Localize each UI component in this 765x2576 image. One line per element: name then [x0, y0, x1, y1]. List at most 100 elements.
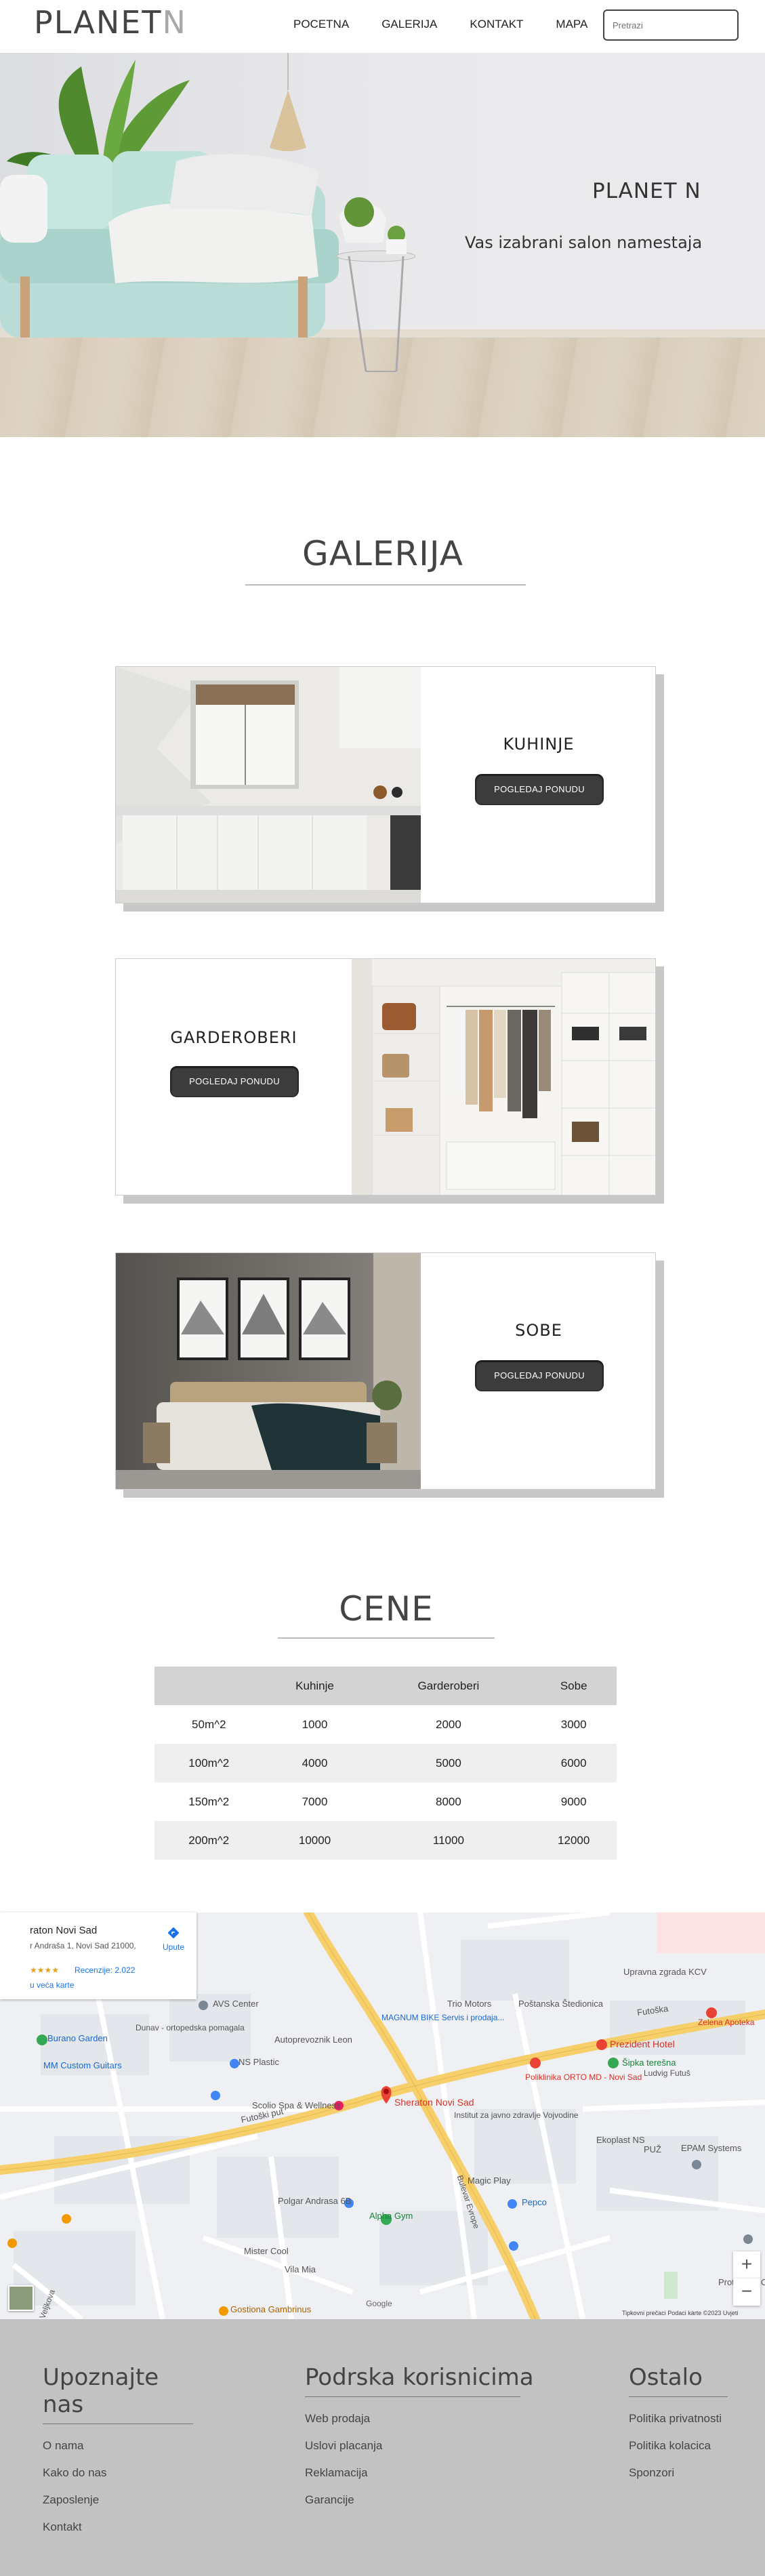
map-label-magnum[interactable]: MAGNUM BIKE Servis i prodaja...: [381, 2013, 504, 2022]
price-header-cell: Sobe: [560, 1679, 587, 1692]
nav-kontakt[interactable]: KONTAKT: [470, 18, 523, 31]
satellite-layer-icon[interactable]: [8, 2285, 34, 2311]
map-label-trio[interactable]: Trio Motors: [447, 1999, 491, 2009]
place-address: r Andraša 1, Novi Sad 21000,: [30, 1941, 136, 1950]
gallery-card-sobe: SOBE POGLEDAJ PONUDU: [115, 1252, 656, 1490]
table-cell: 1000: [302, 1717, 328, 1731]
footer-link-kako-do-nas[interactable]: Kako do nas: [43, 2466, 205, 2480]
price-header-cell: Garderoberi: [417, 1679, 480, 1692]
footer-column-other: Ostalo Politika privatnosti Politika kol…: [629, 2364, 758, 2493]
map-label-ns-plastic[interactable]: NS Plastic: [239, 2057, 279, 2067]
table-row: 50m^2 1000 2000 3000: [154, 1705, 617, 1744]
footer-heading-underline: [305, 2396, 520, 2397]
view-offer-button-sobe[interactable]: POGLEDAJ PONUDU: [475, 1360, 604, 1391]
footer-link-kolacici[interactable]: Politika kolacica: [629, 2439, 758, 2453]
map-label-ludvig: Ludvig Futuš: [644, 2068, 690, 2078]
nav-pocetna[interactable]: POCETNA: [293, 18, 349, 31]
kitchen-image: [116, 667, 421, 903]
gallery-title: GALERIJA: [302, 534, 463, 573]
card-label-sobe: SOBE: [515, 1321, 562, 1340]
wardrobe-image: [352, 959, 655, 1195]
site-footer: Upoznajte nas O nama Kako do nas Zaposle…: [0, 2319, 765, 2576]
map-label-ekoplast[interactable]: Ekoplast NS: [596, 2135, 645, 2145]
lamp-icon: [270, 90, 306, 151]
place-info-card: raton Novi Sad r Andraša 1, Novi Sad 210…: [0, 1913, 197, 1999]
table-cell: 5000: [436, 1756, 461, 1770]
directions-icon[interactable]: [168, 1927, 179, 1938]
footer-link-o-nama[interactable]: O nama: [43, 2439, 205, 2453]
map-label-gostiona[interactable]: Gostiona Gambrinus: [230, 2304, 311, 2314]
site-header: PLANETN POCETNA GALERIJA KONTAKT MAPA: [0, 0, 765, 53]
map-label-mm[interactable]: MM Custom Guitars: [43, 2060, 122, 2070]
main-nav: POCETNA GALERIJA KONTAKT MAPA: [293, 18, 620, 31]
table-cell: 7000: [302, 1795, 328, 1808]
card-label-kuhinje: KUHINJE: [503, 735, 575, 754]
footer-link-reklamacija[interactable]: Reklamacija: [305, 2466, 535, 2480]
map-label-zelena[interactable]: Zelena Apoteka: [698, 2018, 754, 2027]
rating-stars: ★★★★: [30, 1965, 60, 1975]
search-input[interactable]: [603, 9, 739, 41]
table-cell: 200m^2: [188, 1833, 230, 1847]
map-label-prezident[interactable]: Prezident Hotel: [610, 2039, 675, 2049]
directions-link[interactable]: Upute: [163, 1942, 184, 1952]
table-cell: 3000: [560, 1717, 587, 1731]
map-label-postanska[interactable]: Poštanska Štedionica: [518, 1999, 603, 2009]
table-row: 100m^2 4000 5000 6000: [154, 1744, 617, 1782]
footer-link-privatnost[interactable]: Politika privatnosti: [629, 2412, 758, 2426]
map-label-mister[interactable]: Mister Cool: [244, 2246, 289, 2256]
map-label-pepco[interactable]: Pepco: [522, 2197, 547, 2207]
map-label-avs[interactable]: AVS Center: [213, 1999, 259, 2009]
map-label-vila[interactable]: Vila Mia: [285, 2264, 316, 2274]
view-offer-button-garderoberi[interactable]: POGLEDAJ PONUDU: [170, 1066, 299, 1097]
table-cell: 100m^2: [188, 1756, 230, 1770]
map-label-epam[interactable]: EPAM Systems: [681, 2143, 741, 2153]
view-offer-button-kuhinje[interactable]: POGLEDAJ PONUDU: [475, 774, 604, 805]
map-label-alpha[interactable]: Alpha Gym: [369, 2211, 413, 2221]
logo[interactable]: PLANETN: [34, 4, 187, 41]
hero-subtitle: Vas izabrani salon namestaja: [465, 233, 703, 252]
place-title: raton Novi Sad: [30, 1925, 98, 1936]
bedroom-image: [116, 1253, 421, 1489]
table-cell: 4000: [302, 1756, 328, 1770]
map-label-sipka[interactable]: Šipka terešna: [622, 2058, 676, 2068]
footer-link-uslovi-placanja[interactable]: Uslovi placanja: [305, 2439, 535, 2453]
footer-link-zaposlenje[interactable]: Zaposlenje: [43, 2493, 205, 2507]
map-label-upravna[interactable]: Upravna zgrada KCV: [623, 1967, 707, 1977]
map-label-scolio[interactable]: Scolio Spa & Wellness: [252, 2100, 341, 2110]
table-cell: 6000: [560, 1756, 587, 1770]
table-row: 200m^2 10000 11000 12000: [154, 1821, 617, 1860]
hero-title: PLANET N: [592, 179, 701, 203]
sofa-icon: [0, 151, 339, 338]
map-label-magic[interactable]: Magic Play: [468, 2175, 511, 2186]
prices-title-underline: [278, 1637, 495, 1639]
price-table: Kuhinje Garderoberi Sobe 50m^2 1000 2000…: [154, 1667, 617, 1860]
table-cell: 2000: [436, 1717, 461, 1731]
prices-title: CENE: [339, 1589, 434, 1629]
table-cell: 8000: [436, 1795, 461, 1808]
nav-mapa[interactable]: MAPA: [556, 18, 587, 31]
gallery-card-kuhinje: KUHINJE POGLEDAJ PONUDU: [115, 666, 656, 903]
footer-link-sponzori[interactable]: Sponzori: [629, 2466, 758, 2480]
map-label-polgar[interactable]: Polgar Andrasa 6B: [278, 2196, 351, 2206]
footer-heading: Upoznajte nas: [43, 2364, 159, 2418]
map-label-burano[interactable]: Burano Garden: [47, 2033, 108, 2043]
footer-heading: Ostalo: [629, 2364, 703, 2391]
table-row: 150m^2 7000 8000 9000: [154, 1782, 617, 1821]
zoom-in-button[interactable]: +: [733, 2251, 760, 2278]
footer-link-garancije[interactable]: Garancije: [305, 2493, 535, 2507]
footer-link-kontakt[interactable]: Kontakt: [43, 2520, 205, 2534]
reviews-link[interactable]: Recenzije: 2.022: [75, 1965, 135, 1975]
map-label-autoprevoz[interactable]: Autoprevoznik Leon: [274, 2035, 352, 2045]
zoom-out-button[interactable]: −: [733, 2278, 760, 2306]
map-label-poliklinika[interactable]: Poliklinika ORTO MD - Novi Sad: [525, 2072, 642, 2082]
footer-link-web-prodaja[interactable]: Web prodaja: [305, 2412, 535, 2426]
map-label-institut[interactable]: Institut za javno zdravlje Vojvodine: [454, 2110, 578, 2120]
map-label-sheraton[interactable]: Sheraton Novi Sad: [394, 2097, 474, 2108]
price-header-cell: Kuhinje: [295, 1679, 334, 1692]
larger-map-link[interactable]: u veća karte: [30, 1980, 74, 1990]
map-label-dunav[interactable]: Dunav - ortopedska pomagala: [136, 2023, 245, 2032]
footer-heading: Podrska korisnicima: [305, 2364, 534, 2391]
map-label-pluz[interactable]: PUŽ: [644, 2144, 661, 2154]
nav-galerija[interactable]: GALERIJA: [381, 18, 437, 31]
map-attribution[interactable]: Tipkovni prečaci Podaci karte ©2023 Uvje…: [622, 2310, 738, 2316]
